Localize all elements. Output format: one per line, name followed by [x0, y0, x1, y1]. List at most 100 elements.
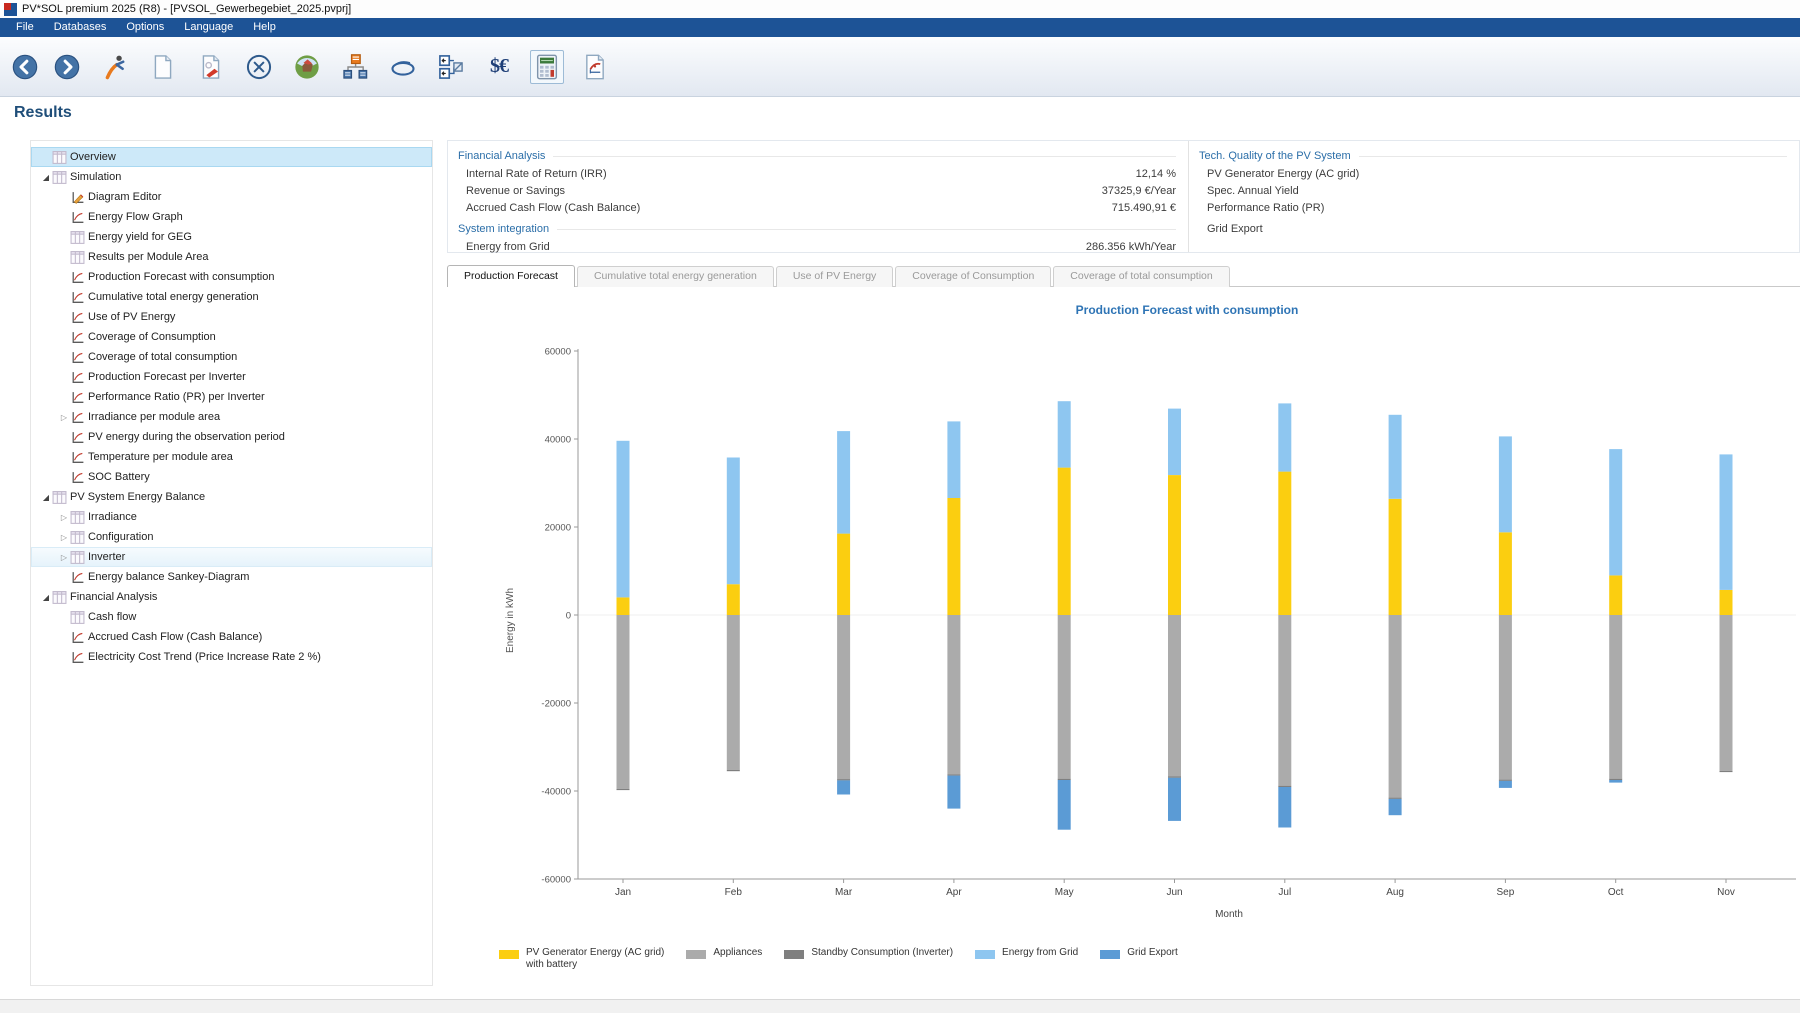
graph-icon [70, 290, 85, 305]
tab-coverage-of-total-consumption[interactable]: Coverage of total consumption [1053, 266, 1229, 287]
menu-help[interactable]: Help [243, 18, 286, 37]
report-icon[interactable] [578, 50, 612, 84]
tree-item-results-per-module-area[interactable]: Results per Module Area [31, 247, 432, 267]
tree-item-pv-system-energy-balance[interactable]: ◢PV System Energy Balance [31, 487, 432, 507]
financial-analysis-icon[interactable]: $€ [482, 50, 516, 84]
tech-row-pv-generator-energy-ac-grid: PV Generator Energy (AC grid) [1199, 165, 1787, 182]
tab-use-of-pv-energy[interactable]: Use of PV Energy [776, 266, 893, 287]
summary-label: Revenue or Savings [466, 185, 1102, 197]
tree-expander-icon[interactable]: ▷ [58, 413, 70, 422]
tree-item-configuration[interactable]: ▷Configuration [31, 527, 432, 547]
graph-icon [70, 450, 85, 465]
new-project-icon[interactable] [146, 50, 180, 84]
tree-item-cash-flow[interactable]: Cash flow [31, 607, 432, 627]
bar-oct: Oct [1608, 449, 1624, 898]
tree-item-electricity-cost-trend-price-increase-rate-2[interactable]: Electricity Cost Trend (Price Increase R… [31, 647, 432, 667]
tree-expander-icon[interactable]: ◢ [40, 493, 52, 502]
cabling-icon[interactable] [386, 50, 420, 84]
results-icon[interactable] [530, 50, 564, 84]
summary-label: Grid Export [1207, 223, 1787, 235]
tree-item-energy-balance-sankey-diagram[interactable]: Energy balance Sankey-Diagram [31, 567, 432, 587]
tree-item-production-forecast-per-inverter[interactable]: Production Forecast per Inverter [31, 367, 432, 387]
graph-icon [70, 570, 85, 585]
tech-row-performance-ratio-pr: Performance Ratio (PR) [1199, 199, 1787, 216]
tree-item-energy-flow-graph[interactable]: Energy Flow Graph [31, 207, 432, 227]
tree-item-production-forecast-with-consumption[interactable]: Production Forecast with consumption [31, 267, 432, 287]
tree-item-use-of-pv-energy[interactable]: Use of PV Energy [31, 307, 432, 327]
tree-item-label: Coverage of total consumption [88, 351, 237, 363]
tree-item-financial-analysis[interactable]: ◢Financial Analysis [31, 587, 432, 607]
tree-item-coverage-of-consumption[interactable]: Coverage of Consumption [31, 327, 432, 347]
tree-item-label: Coverage of Consumption [88, 331, 216, 343]
tree-expander-icon[interactable]: ◢ [40, 173, 52, 182]
tree-item-accrued-cash-flow-cash-balance[interactable]: Accrued Cash Flow (Cash Balance) [31, 627, 432, 647]
legend-label: Appliances [713, 947, 762, 959]
tree-item-overview[interactable]: Overview [31, 147, 432, 167]
legend-swatch [499, 950, 519, 959]
tree-expander-icon[interactable]: ▷ [58, 513, 70, 522]
tab-cumulative-total-energy-generation[interactable]: Cumulative total energy generation [577, 266, 774, 287]
tab-coverage-of-consumption[interactable]: Coverage of Consumption [895, 266, 1051, 287]
menu-file[interactable]: File [6, 18, 44, 37]
chart-svg: JanFebMarAprMayJunJulAugSepOctNov6000040… [447, 325, 1800, 945]
nav-forward-icon[interactable] [50, 50, 84, 84]
export-diagram-icon[interactable] [434, 50, 468, 84]
bar-nov: Nov [1717, 454, 1735, 898]
financial-row-internal-rate-of-return-irr: Internal Rate of Return (IRR)12,14 % [458, 165, 1176, 182]
graph-icon [70, 270, 85, 285]
legend-label: PV Generator Energy (AC grid)with batter… [526, 947, 664, 971]
svg-text:-60000: -60000 [541, 875, 571, 886]
close-project-icon[interactable] [242, 50, 276, 84]
chart-xlabel: Month [1215, 909, 1243, 920]
tree-item-irradiance[interactable]: ▷ Irradiance [31, 507, 432, 527]
tree-item-simulation[interactable]: ◢Simulation [31, 167, 432, 187]
menu-databases[interactable]: Databases [44, 18, 117, 37]
legend-item-pv-generator-energy-ac-grid: PV Generator Energy (AC grid)with batter… [499, 947, 664, 971]
svg-text:0: 0 [566, 611, 571, 622]
tree-item-label: Energy balance Sankey-Diagram [88, 571, 249, 583]
tree-item-diagram-editor[interactable]: Diagram Editor [31, 187, 432, 207]
bar-mar: Mar [835, 431, 853, 898]
project-data-icon[interactable] [98, 50, 132, 84]
tree-item-energy-yield-for-geg[interactable]: Energy yield for GEG [31, 227, 432, 247]
summary-label: Performance Ratio (PR) [1207, 202, 1787, 214]
tree-item-label: Cash flow [88, 611, 136, 623]
nav-back-icon[interactable] [8, 50, 42, 84]
production-forecast-chart: JanFebMarAprMayJunJulAugSepOctNov6000040… [447, 325, 1800, 945]
svg-text:Apr: Apr [946, 887, 962, 898]
tree-item-soc-battery[interactable]: SOC Battery [31, 467, 432, 487]
tree-item-performance-ratio-pr-per-inverter[interactable]: Performance Ratio (PR) per Inverter [31, 387, 432, 407]
tab-production-forecast[interactable]: Production Forecast [447, 265, 575, 287]
3d-design-icon[interactable] [290, 50, 324, 84]
tree-item-cumulative-total-energy-generation[interactable]: Cumulative total energy generation [31, 287, 432, 307]
svg-text:May: May [1055, 887, 1074, 898]
legend-swatch [686, 950, 706, 959]
menu-language[interactable]: Language [174, 18, 243, 37]
tree-expander-icon[interactable]: ◢ [40, 593, 52, 602]
title-bar: PV*SOL premium 2025 (R8) - [PVSOL_Gewerb… [0, 0, 1800, 18]
menu-options[interactable]: Options [116, 18, 174, 37]
chart-tab-strip: Production ForecastCumulative total ener… [447, 265, 1232, 287]
legend-swatch [975, 950, 995, 959]
tree-item-label: Energy yield for GEG [88, 231, 192, 243]
tree-item-irradiance-per-module-area[interactable]: ▷Irradiance per module area [31, 407, 432, 427]
tree-item-pv-energy-during-the-observation-period[interactable]: PV energy during the observation period [31, 427, 432, 447]
graph-icon [70, 470, 85, 485]
bar-sep: Sep [1497, 436, 1515, 898]
edit-project-icon[interactable] [194, 50, 228, 84]
tech-quality-header: Tech. Quality of the PV System [1199, 147, 1787, 165]
summary-value: 37325,9 €/Year [1102, 185, 1176, 197]
tree-item-temperature-per-module-area[interactable]: Temperature per module area [31, 447, 432, 467]
summary-label: Energy from Grid [466, 241, 1086, 253]
tree-item-label: Inverter [88, 551, 125, 563]
financial-analysis-header-label: Financial Analysis [458, 150, 545, 162]
tree-expander-icon[interactable]: ▷ [58, 533, 70, 542]
system-diagram-icon[interactable] [338, 50, 372, 84]
tree-item-label: Irradiance [88, 511, 137, 523]
tree-item-inverter[interactable]: ▷ Inverter [31, 547, 432, 567]
svg-text:Mar: Mar [835, 887, 853, 898]
svg-text:-20000: -20000 [541, 699, 571, 710]
tree-item-coverage-of-total-consumption[interactable]: Coverage of total consumption [31, 347, 432, 367]
tech-quality-header-label: Tech. Quality of the PV System [1199, 150, 1351, 162]
tree-expander-icon[interactable]: ▷ [58, 553, 70, 562]
